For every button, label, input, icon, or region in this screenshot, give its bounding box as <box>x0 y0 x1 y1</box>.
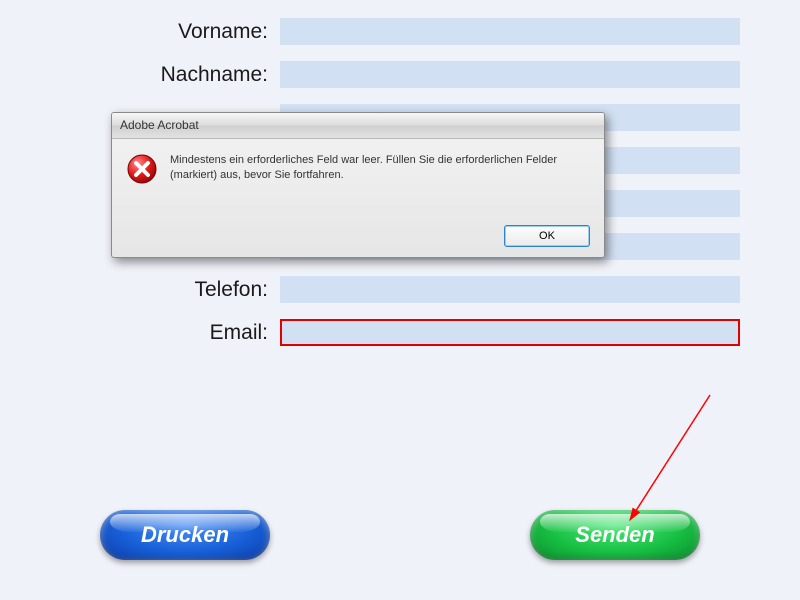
dialog-title[interactable]: Adobe Acrobat <box>112 113 604 139</box>
label-nachname: Nachname: <box>0 63 280 87</box>
form-row-nachname: Nachname: <box>0 53 800 96</box>
dialog-footer: OK <box>504 225 590 247</box>
label-telefon: Telefon: <box>0 278 280 302</box>
send-button[interactable]: Senden <box>530 510 700 560</box>
error-icon <box>126 153 158 190</box>
error-dialog: Adobe Acrobat Mindestens ein erforderlic… <box>111 112 605 258</box>
label-vorname: Vorname: <box>0 20 280 44</box>
dialog-message: Mindestens ein erforderliches Feld war l… <box>170 153 590 190</box>
form-row-vorname: Vorname: <box>0 10 800 53</box>
button-row: Drucken Senden <box>0 510 800 560</box>
print-button[interactable]: Drucken <box>100 510 270 560</box>
label-email: Email: <box>0 321 280 345</box>
dialog-body: Mindestens ein erforderliches Feld war l… <box>112 139 604 198</box>
form-row-telefon: Telefon: <box>0 268 800 311</box>
field-telefon[interactable] <box>280 276 740 303</box>
field-email[interactable] <box>280 319 740 346</box>
field-nachname[interactable] <box>280 61 740 88</box>
form-row-email: Email: <box>0 311 800 354</box>
field-vorname[interactable] <box>280 18 740 45</box>
dialog-ok-button[interactable]: OK <box>504 225 590 247</box>
